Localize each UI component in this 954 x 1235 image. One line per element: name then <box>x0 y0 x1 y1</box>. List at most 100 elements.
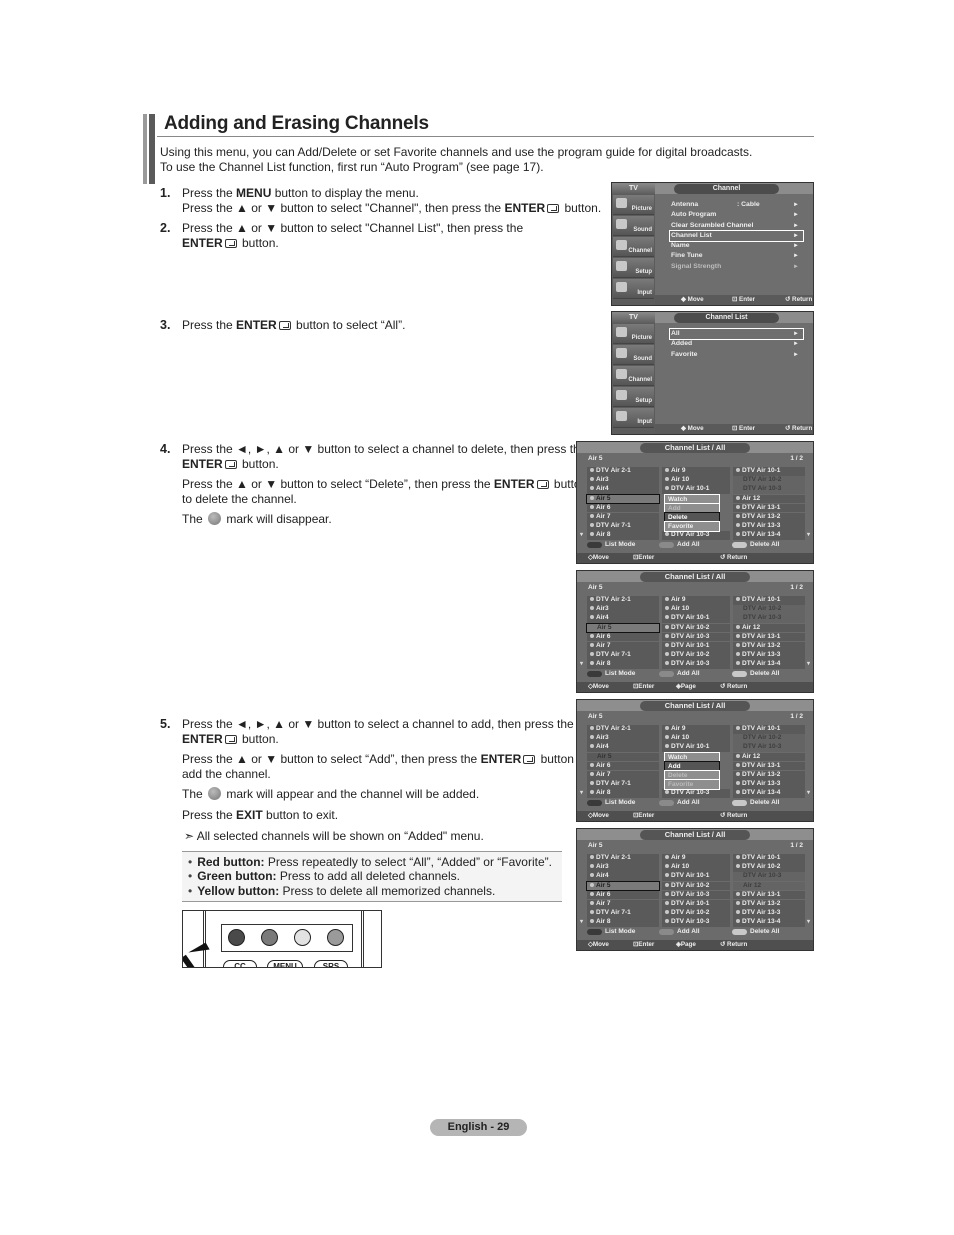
channel-item[interactable]: DTV Air 7-1 <box>587 651 659 660</box>
sidebar-item-channel[interactable]: Channel <box>613 366 654 386</box>
scroll-down-icon[interactable]: ▾ <box>580 918 583 925</box>
scroll-down-icon[interactable]: ▾ <box>807 789 810 796</box>
channel-item[interactable]: DTV Air 10-3 <box>662 890 730 900</box>
channel-item[interactable]: Air3 <box>587 734 659 743</box>
sidebar-item-sound[interactable]: Sound <box>613 216 654 236</box>
channel-item[interactable]: DTV Air 2-1 <box>587 725 659 734</box>
channel-item[interactable]: DTV Air 10-1 <box>662 872 730 881</box>
menu-item-favorite[interactable]: Favorite ► <box>670 350 803 360</box>
channel-item[interactable]: DTV Air 10-3 <box>662 918 730 927</box>
channel-item[interactable]: DTV Air 7-1 <box>587 780 659 789</box>
channel-item[interactable]: Air4 <box>587 614 659 623</box>
menu-item-channel-list[interactable]: Channel List ► <box>669 229 804 243</box>
channel-item[interactable]: Air 5 <box>586 493 660 505</box>
channel-item[interactable]: DTV Air 10-3 <box>733 485 805 494</box>
channel-item[interactable]: Air 6 <box>587 890 659 900</box>
green-button-icon[interactable] <box>659 542 674 548</box>
channel-item[interactable]: Air 9 <box>662 854 730 863</box>
channel-item[interactable]: DTV Air 13-1 <box>733 890 805 900</box>
menu-item-antenna[interactable]: Antenna: Cable ► <box>670 200 803 210</box>
popup-option-watch[interactable]: Watch <box>664 493 720 505</box>
channel-item[interactable]: Air 5 <box>586 622 660 634</box>
channel-item[interactable]: DTV Air 10-2 <box>733 734 805 743</box>
channel-item[interactable]: DTV Air 7-1 <box>587 522 659 531</box>
popup-option-add[interactable]: Add <box>664 760 720 772</box>
channel-item[interactable]: Air 12 <box>733 752 805 762</box>
channel-item[interactable]: Air 5 <box>587 752 659 762</box>
menu-item-name[interactable]: Name ► <box>670 241 803 251</box>
channel-item[interactable]: DTV Air 10-2 <box>733 605 805 614</box>
popup-option-favorite[interactable]: Favorite <box>664 779 720 791</box>
scroll-down-icon[interactable]: ▾ <box>807 531 810 538</box>
channel-item[interactable]: Air 10 <box>662 476 730 485</box>
channel-item[interactable]: DTV Air 2-1 <box>587 854 659 863</box>
channel-item[interactable]: DTV Air 10-2 <box>662 651 730 660</box>
channel-item[interactable]: Air 9 <box>662 725 730 734</box>
channel-item[interactable]: DTV Air 13-2 <box>733 513 805 522</box>
sidebar-item-input[interactable]: Input <box>613 408 654 428</box>
channel-item[interactable]: Air 8 <box>587 789 659 798</box>
sidebar-item-sound[interactable]: Sound <box>613 345 654 365</box>
channel-item[interactable]: Air 9 <box>662 596 730 605</box>
channel-item[interactable]: DTV Air 10-1 <box>662 614 730 623</box>
channel-item[interactable]: Air 7 <box>587 900 659 909</box>
channel-item[interactable]: DTV Air 10-1 <box>733 725 805 734</box>
channel-item[interactable]: Air 10 <box>662 734 730 743</box>
red-button-icon[interactable] <box>587 929 602 935</box>
yellow-button-icon[interactable] <box>732 542 747 548</box>
menu-item-all[interactable]: All ► <box>669 327 804 341</box>
sidebar-item-input[interactable]: Input <box>613 279 654 299</box>
red-button-icon[interactable] <box>587 671 602 677</box>
sidebar-item-picture[interactable]: Picture <box>613 324 654 344</box>
channel-item[interactable]: DTV Air 13-1 <box>733 503 805 513</box>
popup-option-watch[interactable]: Watch <box>664 751 720 763</box>
channel-item[interactable]: DTV Air 13-3 <box>733 780 805 789</box>
channel-item[interactable]: Air4 <box>587 743 659 752</box>
channel-item[interactable]: Air3 <box>587 863 659 872</box>
scroll-down-icon[interactable]: ▾ <box>580 789 583 796</box>
channel-item[interactable]: DTV Air 10-3 <box>733 872 805 881</box>
channel-item[interactable]: Air 8 <box>587 918 659 927</box>
channel-item[interactable]: DTV Air 10-2 <box>662 623 730 633</box>
channel-item[interactable]: DTV Air 10-3 <box>662 789 730 798</box>
channel-item[interactable]: DTV Air 10-1 <box>662 642 730 651</box>
yellow-button-icon[interactable] <box>732 929 747 935</box>
channel-item[interactable]: DTV Air 10-1 <box>733 467 805 476</box>
popup-option-favorite[interactable]: Favorite <box>664 521 720 533</box>
channel-item[interactable]: DTV Air 10-3 <box>733 614 805 623</box>
channel-item[interactable]: DTV Air 13-2 <box>733 642 805 651</box>
menu-item-added[interactable]: Added ► <box>670 339 803 349</box>
channel-item[interactable]: DTV Air 13-1 <box>733 632 805 642</box>
scroll-down-icon[interactable]: ▾ <box>580 531 583 538</box>
channel-item[interactable]: DTV Air 2-1 <box>587 596 659 605</box>
channel-item[interactable]: Air3 <box>587 605 659 614</box>
scroll-down-icon[interactable]: ▾ <box>807 660 810 667</box>
channel-item[interactable]: DTV Air 10-2 <box>662 881 730 891</box>
channel-item[interactable]: Air 8 <box>587 660 659 669</box>
channel-item[interactable]: Air 12 <box>733 881 805 891</box>
channel-item[interactable]: DTV Air 13-1 <box>733 761 805 771</box>
channel-item[interactable]: Air 8 <box>587 531 659 540</box>
channel-item[interactable]: Air4 <box>587 872 659 881</box>
menu-item-fine-tune[interactable]: Fine Tune ► <box>670 251 803 261</box>
sidebar-item-setup[interactable]: Setup <box>613 258 654 278</box>
green-button-icon[interactable] <box>659 671 674 677</box>
channel-item[interactable]: DTV Air 10-2 <box>733 476 805 485</box>
green-button-icon[interactable] <box>659 800 674 806</box>
channel-item[interactable]: DTV Air 13-4 <box>733 660 805 669</box>
menu-item-auto-program[interactable]: Auto Program ► <box>670 210 803 220</box>
channel-item[interactable]: DTV Air 13-2 <box>733 771 805 780</box>
menu-item-signal-strength[interactable]: Signal Strength ► <box>670 262 803 272</box>
channel-item[interactable]: Air3 <box>587 476 659 485</box>
yellow-button-icon[interactable] <box>732 671 747 677</box>
channel-item[interactable]: Air4 <box>587 485 659 494</box>
green-button-icon[interactable] <box>659 929 674 935</box>
sidebar-item-setup[interactable]: Setup <box>613 387 654 407</box>
channel-item[interactable]: Air 5 <box>586 880 660 892</box>
channel-item[interactable]: Air 6 <box>587 761 659 771</box>
channel-item[interactable]: DTV Air 10-3 <box>662 660 730 669</box>
channel-item[interactable]: DTV Air 10-3 <box>733 743 805 752</box>
sidebar-item-picture[interactable]: Picture <box>613 195 654 215</box>
channel-item[interactable]: DTV Air 10-2 <box>662 909 730 918</box>
yellow-button-icon[interactable] <box>732 800 747 806</box>
